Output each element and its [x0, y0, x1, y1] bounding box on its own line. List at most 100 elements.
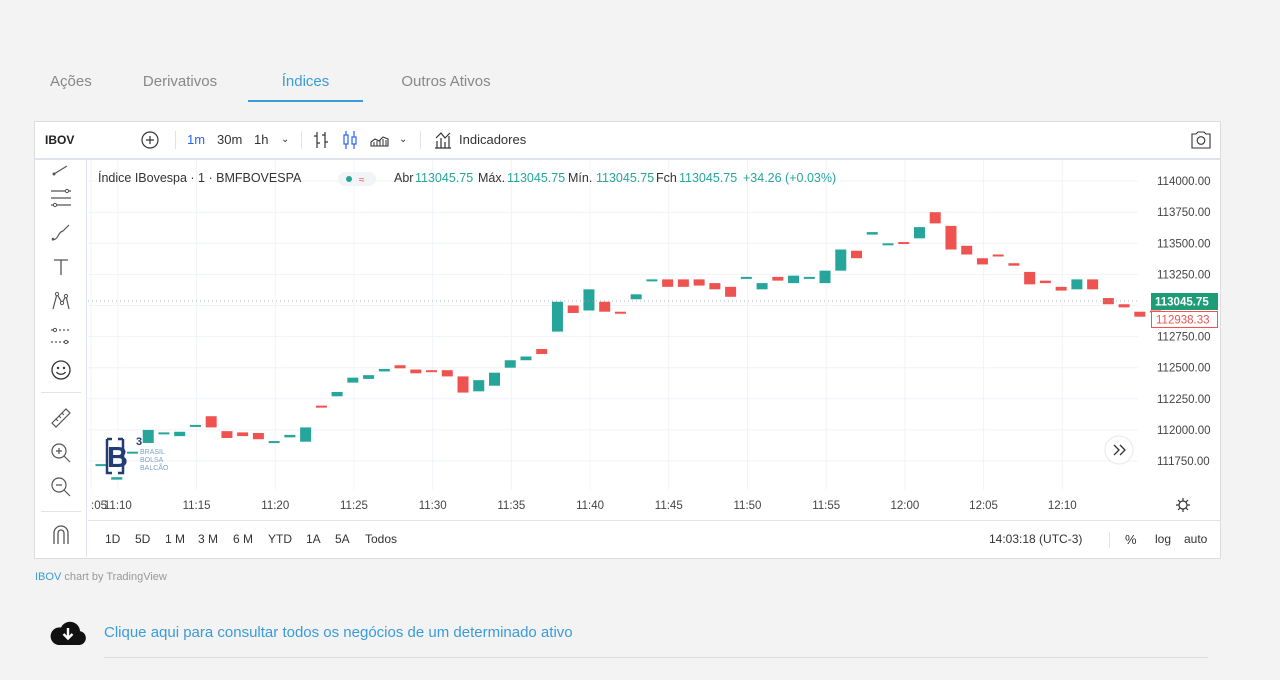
range-1m[interactable]: 1 M [165, 521, 185, 558]
candle [1008, 263, 1020, 266]
candle [772, 276, 784, 281]
interval-30m[interactable]: 30m [217, 122, 242, 158]
ruler-tool-icon[interactable] [48, 405, 74, 431]
logo-line1: BRASIL [140, 449, 165, 456]
chart-bottom-bar: 1D 5D 1 M 3 M 6 M YTD 1A 5A Todos 14:03:… [88, 520, 1221, 558]
candle [126, 451, 138, 454]
tab-outros-ativos[interactable]: Outros Ativos [371, 62, 521, 102]
trend-line-tool-icon[interactable] [48, 157, 74, 183]
candle [1055, 286, 1067, 291]
svg-text:Mín.: Mín. [568, 171, 592, 185]
prediction-tool-icon[interactable] [48, 323, 74, 349]
range-1a[interactable]: 1A [306, 521, 321, 558]
brush-tool-icon[interactable] [48, 220, 74, 246]
candle [788, 275, 800, 284]
candle [363, 375, 375, 379]
text-tool-icon[interactable] [48, 254, 74, 280]
candle [284, 434, 296, 438]
candle [142, 429, 154, 443]
drawing-toolbar [35, 160, 87, 557]
candle [677, 279, 689, 287]
screenshot-camera-icon[interactable] [1190, 122, 1212, 158]
chart-svg[interactable]: 114000.00 113750.00 113500.00 113250.00 1130… [88, 160, 1221, 520]
area-style-icon[interactable] [370, 122, 390, 158]
svg-text:Fch: Fch [656, 171, 677, 185]
range-5a[interactable]: 5A [335, 521, 350, 558]
tab-indices[interactable]: Índices [248, 62, 363, 102]
interval-1h[interactable]: 1h [254, 122, 268, 158]
candle [913, 227, 925, 239]
zoom-in-icon[interactable] [48, 440, 74, 466]
tab-derivativos[interactable]: Derivativos [122, 62, 238, 102]
candle [614, 311, 626, 314]
candle [331, 391, 343, 397]
legend-close: 113045.75 [679, 171, 737, 185]
chart-settings-gear-icon[interactable] [1176, 498, 1190, 512]
candle [756, 283, 768, 290]
magnet-tool-icon[interactable] [48, 522, 74, 548]
price-chart[interactable]: 114000.00 113750.00 113500.00 113250.00 1130… [88, 160, 1221, 520]
indicators-button[interactable]: Indicadores [433, 122, 526, 158]
candles-style-icon[interactable] [341, 122, 359, 158]
candle [426, 370, 438, 373]
candle [536, 349, 548, 355]
symbol-search[interactable]: IBOV [45, 122, 74, 158]
x-tick-label: 11:25 [340, 500, 368, 512]
tab-acoes[interactable]: Ações [32, 62, 113, 102]
candle [976, 258, 988, 265]
x-tick-label: 12:10 [1048, 500, 1077, 512]
y-tick-label: 113250.00 [1157, 269, 1211, 281]
candle [1024, 271, 1036, 285]
candle [1134, 311, 1146, 317]
indicators-label: Indicadores [459, 132, 527, 147]
y-tick-label: 113500.00 [1157, 238, 1211, 250]
chart-style-chevron-icon[interactable]: ⌄ [399, 122, 407, 158]
candle [583, 289, 595, 311]
chart-legend: Índice IBovespa · 1 · BMFBOVESPA ≈ Abr 1… [98, 170, 836, 186]
log-toggle[interactable]: log [1155, 521, 1171, 558]
emoji-tool-icon[interactable] [48, 357, 74, 383]
range-5d[interactable]: 5D [135, 521, 150, 558]
pattern-tool-icon[interactable] [48, 288, 74, 314]
range-ytd[interactable]: YTD [268, 521, 292, 558]
credit-symbol-link[interactable]: IBOV [35, 571, 61, 583]
candle [205, 416, 217, 428]
fib-retracement-tool-icon[interactable] [48, 185, 74, 211]
x-tick-label: 11:15 [183, 500, 211, 512]
legend-change: +34.26 (+0.03%) [743, 171, 836, 185]
range-3m[interactable]: 3 M [198, 521, 218, 558]
candle [630, 294, 642, 300]
interval-dropdown-chevron-icon[interactable]: ⌄ [281, 122, 289, 158]
candle [1087, 279, 1099, 290]
x-tick-label: 11:40 [576, 500, 604, 512]
scroll-to-realtime-button[interactable] [1104, 435, 1134, 465]
cloud-download-icon[interactable] [48, 617, 88, 649]
range-todos[interactable]: Todos [365, 521, 397, 558]
candle [237, 432, 249, 437]
logo-line3: BALCÃO [140, 463, 169, 472]
range-6m[interactable]: 6 M [233, 521, 253, 558]
percent-toggle[interactable]: % [1125, 521, 1137, 558]
compare-symbol-button[interactable] [140, 122, 160, 158]
x-tick-label: 11:50 [734, 500, 762, 512]
zoom-out-icon[interactable] [48, 474, 74, 500]
candle [835, 249, 847, 271]
candle [378, 368, 390, 372]
interval-1m[interactable]: 1m [187, 122, 205, 158]
svg-text:Máx.: Máx. [478, 171, 505, 185]
consult-trades-link[interactable]: Clique aqui para consultar todos os negó… [104, 624, 573, 641]
range-1d[interactable]: 1D [105, 521, 120, 558]
add-circle-icon [141, 131, 159, 149]
candle [599, 301, 611, 312]
logo-mark: B [107, 442, 128, 474]
candle [1118, 304, 1130, 308]
candle [473, 380, 485, 392]
bar-style-icon[interactable] [312, 122, 330, 158]
candle [961, 245, 973, 255]
clock-timezone[interactable]: 14:03:18 (UTC-3) [989, 521, 1082, 558]
logo-watermark: B 3 BRASIL BOLSA BALCÃO [105, 436, 169, 475]
x-tick-label: 11:20 [261, 500, 289, 512]
svg-text:Abr: Abr [394, 171, 413, 185]
auto-toggle[interactable]: auto [1184, 521, 1207, 558]
candle [646, 279, 658, 282]
